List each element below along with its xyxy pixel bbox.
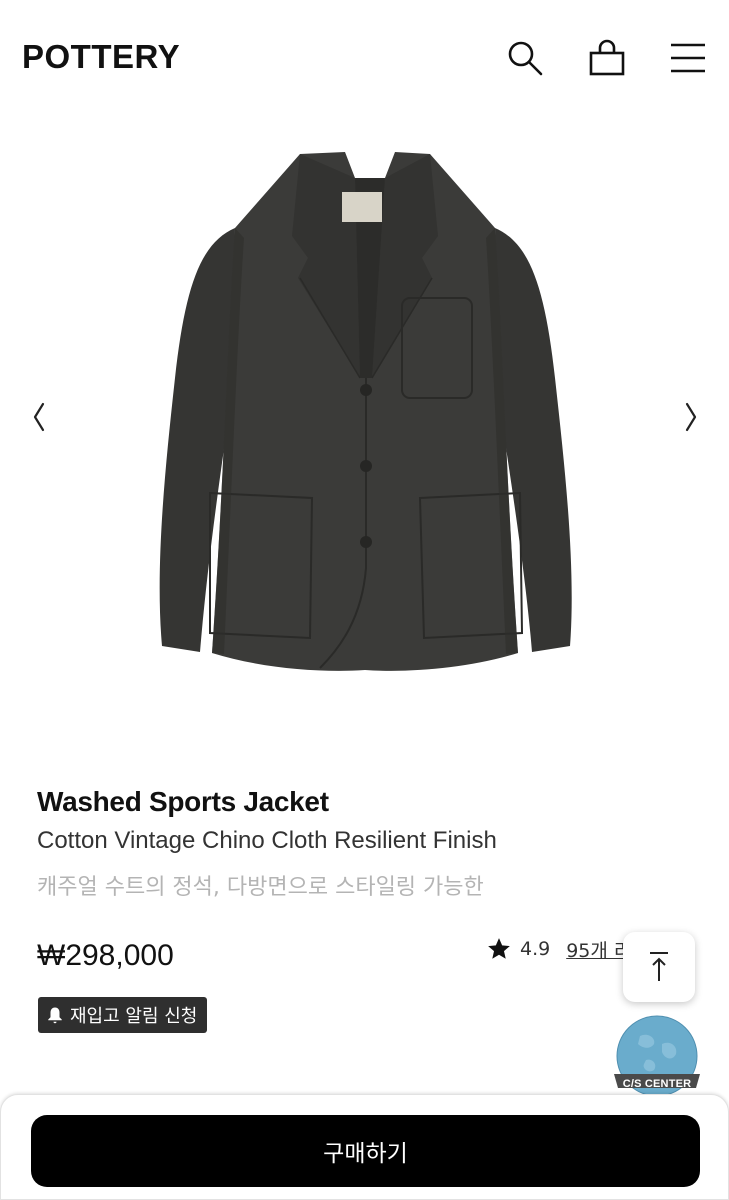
shopping-bag-icon[interactable]	[585, 36, 629, 80]
menu-icon[interactable]	[666, 36, 710, 80]
restock-label: 재입고 알림 신청	[70, 1006, 198, 1027]
restock-alert-button[interactable]: 재입고 알림 신청	[38, 997, 208, 1033]
product-subtitle: Cotton Vintage Chino Cloth Resilient Fin…	[37, 827, 497, 854]
product-jacket-image	[140, 148, 590, 708]
arrow-up-icon	[650, 952, 668, 981]
product-title: Washed Sports Jacket	[37, 786, 329, 817]
cs-center-button[interactable]: C/S CENTER	[610, 1014, 704, 1100]
product-price: ₩298,000	[37, 939, 174, 972]
rating-value: 4.9	[520, 938, 551, 960]
brand-logo[interactable]: POTTERY	[22, 38, 180, 76]
header: POTTERY	[0, 0, 729, 118]
product-description: 캐주얼 수트의 정석, 다방면으로 스타일링 가능한	[37, 875, 484, 900]
bell-icon	[48, 1007, 62, 1024]
product-rating: 4.9 95개 리	[486, 934, 631, 964]
chevron-right-icon[interactable]	[676, 400, 706, 434]
scroll-to-top-button[interactable]	[623, 932, 695, 1002]
search-icon[interactable]	[503, 36, 547, 80]
star-icon	[488, 938, 510, 959]
chevron-left-icon[interactable]	[24, 400, 54, 434]
buy-button[interactable]: 구매하기	[31, 1115, 700, 1187]
cs-center-label: C/S CENTER	[622, 1078, 692, 1090]
bottom-purchase-bar: 구매하기	[0, 1094, 729, 1200]
reviews-link[interactable]: 95개 리	[566, 936, 631, 963]
product-gallery[interactable]	[0, 118, 729, 738]
